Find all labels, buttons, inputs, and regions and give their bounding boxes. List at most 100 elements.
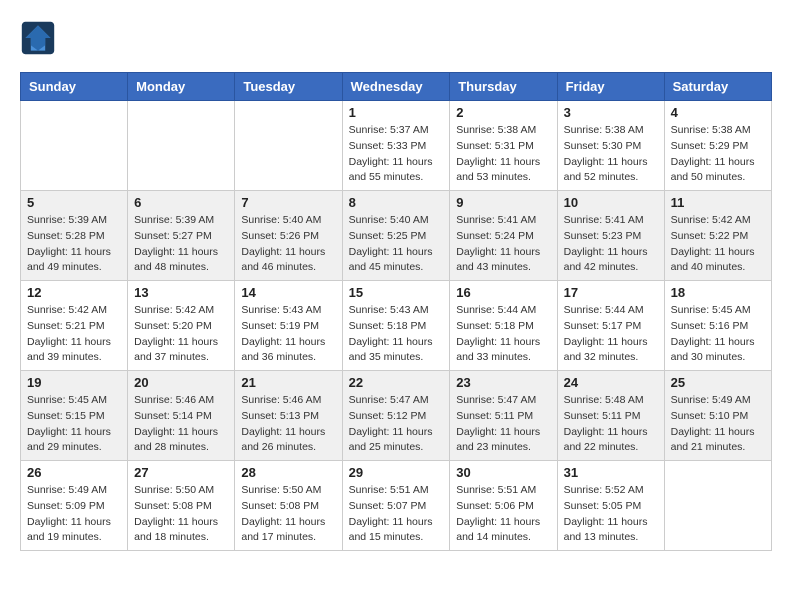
day-number: 24 xyxy=(564,375,658,390)
calendar-cell: 16 Sunrise: 5:44 AM Sunset: 5:18 PM Dayli… xyxy=(450,281,557,371)
day-info: Sunrise: 5:50 AM Sunset: 5:08 PM Dayligh… xyxy=(241,483,335,546)
calendar-cell: 24 Sunrise: 5:48 AM Sunset: 5:11 PM Dayli… xyxy=(557,371,664,461)
day-info: Sunrise: 5:40 AM Sunset: 5:25 PM Dayligh… xyxy=(349,213,444,276)
calendar-cell: 2 Sunrise: 5:38 AM Sunset: 5:31 PM Daylig… xyxy=(450,101,557,191)
day-number: 15 xyxy=(349,285,444,300)
day-number: 22 xyxy=(349,375,444,390)
day-number: 30 xyxy=(456,465,550,480)
day-info: Sunrise: 5:48 AM Sunset: 5:11 PM Dayligh… xyxy=(564,393,658,456)
weekday-header: Wednesday xyxy=(342,73,450,101)
day-number: 6 xyxy=(134,195,228,210)
day-number: 27 xyxy=(134,465,228,480)
calendar-cell: 20Sunrise: 5:46 AM Sunset: 5:14 PM Dayli… xyxy=(128,371,235,461)
day-info: Sunrise: 5:39 AM Sunset: 5:28 PM Dayligh… xyxy=(27,213,121,276)
day-info: Sunrise: 5:46 AM Sunset: 5:13 PM Dayligh… xyxy=(241,393,335,456)
calendar-cell: 8Sunrise: 5:40 AM Sunset: 5:25 PM Daylig… xyxy=(342,191,450,281)
day-info: Sunrise: 5:45 AM Sunset: 5:16 PM Dayligh… xyxy=(671,303,765,366)
calendar-cell: 6 Sunrise: 5:39 AM Sunset: 5:27 PM Daylig… xyxy=(128,191,235,281)
day-info: Sunrise: 5:42 AM Sunset: 5:20 PM Dayligh… xyxy=(134,303,228,366)
day-number: 5 xyxy=(27,195,121,210)
day-number: 20 xyxy=(134,375,228,390)
weekday-header: Thursday xyxy=(450,73,557,101)
calendar-cell: 9 Sunrise: 5:41 AM Sunset: 5:24 PM Daylig… xyxy=(450,191,557,281)
day-info: Sunrise: 5:44 AM Sunset: 5:17 PM Dayligh… xyxy=(564,303,658,366)
day-number: 10 xyxy=(564,195,658,210)
day-info: Sunrise: 5:42 AM Sunset: 5:22 PM Dayligh… xyxy=(671,213,765,276)
day-number: 4 xyxy=(671,105,765,120)
day-info: Sunrise: 5:47 AM Sunset: 5:11 PM Dayligh… xyxy=(456,393,550,456)
calendar-cell: 19 Sunrise: 5:45 AM Sunset: 5:15 PM Dayli… xyxy=(21,371,128,461)
day-number: 12 xyxy=(27,285,121,300)
day-info: Sunrise: 5:47 AM Sunset: 5:12 PM Dayligh… xyxy=(349,393,444,456)
page-header xyxy=(20,20,772,56)
day-number: 16 xyxy=(456,285,550,300)
day-number: 26 xyxy=(27,465,121,480)
day-number: 1 xyxy=(349,105,444,120)
day-number: 3 xyxy=(564,105,658,120)
day-info: Sunrise: 5:38 AM Sunset: 5:29 PM Dayligh… xyxy=(671,123,765,186)
day-number: 19 xyxy=(27,375,121,390)
calendar-week-row: 1Sunrise: 5:37 AM Sunset: 5:33 PM Daylig… xyxy=(21,101,772,191)
calendar-cell: 26 Sunrise: 5:49 AM Sunset: 5:09 PM Dayli… xyxy=(21,461,128,551)
calendar-header-row: SundayMondayTuesdayWednesdayThursdayFrid… xyxy=(21,73,772,101)
calendar-week-row: 26 Sunrise: 5:49 AM Sunset: 5:09 PM Dayli… xyxy=(21,461,772,551)
calendar-cell: 18 Sunrise: 5:45 AM Sunset: 5:16 PM Dayli… xyxy=(664,281,771,371)
calendar-cell: 4 Sunrise: 5:38 AM Sunset: 5:29 PM Daylig… xyxy=(664,101,771,191)
calendar-week-row: 12 Sunrise: 5:42 AM Sunset: 5:21 PM Dayli… xyxy=(21,281,772,371)
calendar-cell: 29Sunrise: 5:51 AM Sunset: 5:07 PM Dayli… xyxy=(342,461,450,551)
calendar-week-row: 5 Sunrise: 5:39 AM Sunset: 5:28 PM Daylig… xyxy=(21,191,772,281)
calendar-cell: 11 Sunrise: 5:42 AM Sunset: 5:22 PM Dayli… xyxy=(664,191,771,281)
day-number: 18 xyxy=(671,285,765,300)
day-info: Sunrise: 5:43 AM Sunset: 5:18 PM Dayligh… xyxy=(349,303,444,366)
calendar-cell: 17 Sunrise: 5:44 AM Sunset: 5:17 PM Dayli… xyxy=(557,281,664,371)
day-number: 29 xyxy=(349,465,444,480)
calendar-week-row: 19 Sunrise: 5:45 AM Sunset: 5:15 PM Dayli… xyxy=(21,371,772,461)
day-number: 23 xyxy=(456,375,550,390)
day-info: Sunrise: 5:49 AM Sunset: 5:09 PM Dayligh… xyxy=(27,483,121,546)
day-number: 25 xyxy=(671,375,765,390)
calendar-cell xyxy=(128,101,235,191)
day-number: 28 xyxy=(241,465,335,480)
day-number: 21 xyxy=(241,375,335,390)
day-info: Sunrise: 5:41 AM Sunset: 5:23 PM Dayligh… xyxy=(564,213,658,276)
day-info: Sunrise: 5:51 AM Sunset: 5:06 PM Dayligh… xyxy=(456,483,550,546)
calendar-table: SundayMondayTuesdayWednesdayThursdayFrid… xyxy=(20,72,772,551)
calendar-cell: 14Sunrise: 5:43 AM Sunset: 5:19 PM Dayli… xyxy=(235,281,342,371)
calendar-cell: 27 Sunrise: 5:50 AM Sunset: 5:08 PM Dayli… xyxy=(128,461,235,551)
day-info: Sunrise: 5:42 AM Sunset: 5:21 PM Dayligh… xyxy=(27,303,121,366)
day-info: Sunrise: 5:41 AM Sunset: 5:24 PM Dayligh… xyxy=(456,213,550,276)
logo xyxy=(20,20,62,56)
day-info: Sunrise: 5:44 AM Sunset: 5:18 PM Dayligh… xyxy=(456,303,550,366)
day-number: 13 xyxy=(134,285,228,300)
weekday-header: Friday xyxy=(557,73,664,101)
calendar-cell: 25 Sunrise: 5:49 AM Sunset: 5:10 PM Dayli… xyxy=(664,371,771,461)
calendar-cell: 21 Sunrise: 5:46 AM Sunset: 5:13 PM Dayli… xyxy=(235,371,342,461)
day-info: Sunrise: 5:49 AM Sunset: 5:10 PM Dayligh… xyxy=(671,393,765,456)
day-info: Sunrise: 5:45 AM Sunset: 5:15 PM Dayligh… xyxy=(27,393,121,456)
day-info: Sunrise: 5:50 AM Sunset: 5:08 PM Dayligh… xyxy=(134,483,228,546)
calendar-cell: 31Sunrise: 5:52 AM Sunset: 5:05 PM Dayli… xyxy=(557,461,664,551)
day-info: Sunrise: 5:38 AM Sunset: 5:31 PM Dayligh… xyxy=(456,123,550,186)
calendar-cell: 23 Sunrise: 5:47 AM Sunset: 5:11 PM Dayli… xyxy=(450,371,557,461)
day-number: 9 xyxy=(456,195,550,210)
calendar-cell: 1Sunrise: 5:37 AM Sunset: 5:33 PM Daylig… xyxy=(342,101,450,191)
calendar-cell: 13 Sunrise: 5:42 AM Sunset: 5:20 PM Dayli… xyxy=(128,281,235,371)
day-info: Sunrise: 5:43 AM Sunset: 5:19 PM Dayligh… xyxy=(241,303,335,366)
calendar-cell: 28 Sunrise: 5:50 AM Sunset: 5:08 PM Dayli… xyxy=(235,461,342,551)
calendar-cell: 7 Sunrise: 5:40 AM Sunset: 5:26 PM Daylig… xyxy=(235,191,342,281)
calendar-cell xyxy=(664,461,771,551)
calendar-cell: 15 Sunrise: 5:43 AM Sunset: 5:18 PM Dayli… xyxy=(342,281,450,371)
weekday-header: Monday xyxy=(128,73,235,101)
day-number: 7 xyxy=(241,195,335,210)
calendar-cell xyxy=(21,101,128,191)
day-number: 2 xyxy=(456,105,550,120)
calendar-cell: 10 Sunrise: 5:41 AM Sunset: 5:23 PM Dayli… xyxy=(557,191,664,281)
calendar-cell: 5 Sunrise: 5:39 AM Sunset: 5:28 PM Daylig… xyxy=(21,191,128,281)
calendar-cell: 30 Sunrise: 5:51 AM Sunset: 5:06 PM Dayli… xyxy=(450,461,557,551)
day-number: 17 xyxy=(564,285,658,300)
weekday-header: Sunday xyxy=(21,73,128,101)
weekday-header: Saturday xyxy=(664,73,771,101)
day-info: Sunrise: 5:40 AM Sunset: 5:26 PM Dayligh… xyxy=(241,213,335,276)
day-info: Sunrise: 5:39 AM Sunset: 5:27 PM Dayligh… xyxy=(134,213,228,276)
day-number: 11 xyxy=(671,195,765,210)
